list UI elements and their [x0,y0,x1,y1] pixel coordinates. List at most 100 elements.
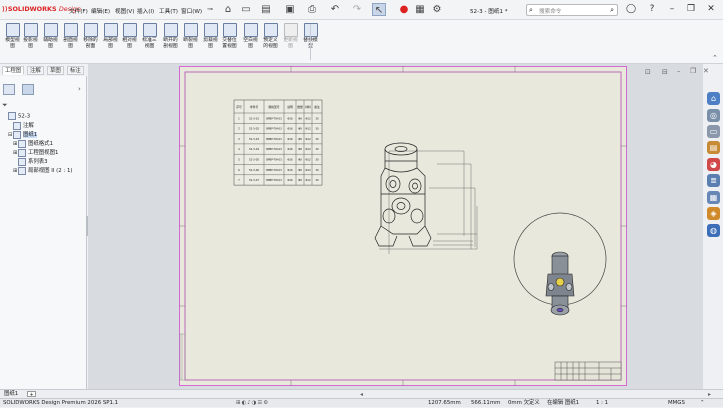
cmd-label: 剪裁视图 [203,38,218,49]
search-icon[interactable]: ⌕ [610,6,614,15]
menu-view[interactable]: 视图(V) [115,7,134,15]
title-block[interactable] [554,361,622,381]
cmd-button-9[interactable]: 断裂视图 [181,22,200,62]
tree-item[interactable]: ⊟ 图纸1 [8,130,38,139]
cmd-button-0[interactable]: 模型视图 [3,22,22,62]
bom-cell: Φ16 [287,158,293,162]
rebuild-icon[interactable]: ● [397,3,411,16]
tree-item[interactable]: ⊞ 局部视图 II (2 : 1) [13,166,72,175]
bom-cell: BPBP-TW-03 [266,158,282,162]
tree-item[interactable]: 52-3 [3,112,30,120]
search-commands-icon: ⌕ [529,6,533,14]
tab-2[interactable]: 草图 [47,66,64,75]
search-placeholder: 搜索命令 [539,9,562,15]
bom-cell: BPBP-TW-03 [266,137,282,141]
options-gear-icon[interactable]: ⚙ [430,3,444,16]
solidworks-forum-icon[interactable]: ◈ [707,207,720,220]
chevron-right-icon[interactable]: › [78,85,81,93]
open-icon[interactable]: ▤ [259,3,273,16]
cmd-button-1[interactable]: 投影视图 [21,22,40,62]
cmd-button-14[interactable]: 更新视图 [281,22,300,62]
web-resources-icon[interactable]: ◍ [707,224,720,237]
cmd-button-12[interactable]: 空白视图 [241,22,260,62]
select-icon[interactable]: ↖ [372,3,386,16]
bom-cell: 30 [315,158,319,162]
cmd-button-2[interactable]: 辅助视图 [41,22,60,62]
menu-window[interactable]: 窗口(W) [181,7,202,15]
feature-tree-tab-icon[interactable] [3,84,15,95]
cmd-button-3[interactable]: 剖面视图 [61,22,80,62]
3d-content-central-icon[interactable]: ◎ [707,109,720,122]
filter-icon[interactable]: ⏷ [2,101,8,110]
design-library-icon[interactable]: ▭ [707,125,720,138]
cmd-button-5[interactable]: 局部视图 [101,22,120,62]
cmd-button-8[interactable]: 断开的剖视图 [161,22,180,62]
custom-properties-icon[interactable]: ≣ [707,174,720,187]
doc-minimize-icon[interactable]: – [677,67,681,75]
bom-table[interactable]: 序号 零件号 规格型号 说明 数量 材料 备注1 52-3-01 BPBP-TW-03 Φ16 Φ8… [233,99,323,186]
tab-1[interactable]: 注解 [27,66,44,75]
help-icon[interactable]: ? [645,3,659,16]
new-document-icon[interactable]: ▭ [239,3,253,16]
file-properties-icon[interactable]: ▦ [413,3,427,16]
collapse-ribbon-icon[interactable]: ⌃ [712,54,718,62]
doc-restore-icon[interactable]: ❐ [690,67,696,75]
tab-3[interactable]: 标注 [67,66,84,75]
cmd-button-7[interactable]: 标准三视图 [140,22,159,62]
minimize-icon[interactable]: – [665,3,679,16]
menu-tools[interactable]: 工具(T) [159,7,178,15]
home-icon[interactable]: ⌂ [221,3,235,16]
doc-close-icon[interactable]: ✕ [703,67,709,75]
tab-0[interactable]: 工程图 [2,66,25,75]
tree-node-icon [8,112,16,120]
print-icon[interactable]: ⎙ [305,3,319,16]
close-icon[interactable]: ✕ [704,3,718,16]
view-palette-icon[interactable]: ▦ [707,191,720,204]
cmd-button-6[interactable]: 相对视图 [120,22,139,62]
cmd-button-11[interactable]: 交替位置视图 [220,22,239,62]
bom-cell: Φ12 [305,158,311,162]
viewport-split-icon[interactable]: ⊡ [645,68,651,76]
tree-item[interactable]: ⊞ 工程图视图1 [13,148,58,157]
restore-icon[interactable]: ❐ [684,3,698,16]
bom-cell: Φ12 [305,178,311,182]
tree-item[interactable]: 注解 [8,121,34,130]
cmd-label: 移除的剖面 [83,38,98,49]
appearances-icon[interactable]: ◕ [707,158,720,171]
bom-header-cell: 数量 [297,105,303,109]
bom-header-cell: 零件号 [250,105,259,109]
bom-cell: 52-3-04 [249,147,259,151]
bom-cell: 30 [315,137,319,141]
add-sheet-icon[interactable]: + [27,391,36,398]
bom-cell: Φ8 [298,147,302,151]
cmd-icon [5,23,20,37]
bom-cell: 52-3-03 [249,137,259,141]
pin-icon[interactable]: ⊸ [203,3,217,16]
bom-cell: BPBP-TW-03 [266,168,282,172]
save-icon[interactable]: ▣ [283,3,297,16]
cmd-button-10[interactable]: 剪裁视图 [201,22,220,62]
tree-item[interactable]: 系列表3 [13,157,48,166]
menu-insert[interactable]: 插入(I) [137,7,154,15]
undo-icon[interactable]: ↶ [328,3,342,16]
tree-item-label: 局部视图 II (2 : 1) [28,168,73,174]
viewport-tile-icon[interactable]: ⊟ [662,68,668,76]
menu-edit[interactable]: 编辑(E) [91,7,110,15]
menu-file[interactable]: 文件(F) [69,7,88,15]
cmd-icon [122,23,137,37]
cmd-button-13[interactable]: 预定义的视图 [261,22,280,62]
bom-cell: Φ8 [298,116,302,120]
tree-item[interactable]: ⊞ 图纸格式1 [13,139,53,148]
search-input[interactable]: ⌕ 搜索命令 ⌕ [526,4,618,16]
cmd-icon [103,23,118,37]
redo-icon[interactable]: ↷ [350,3,364,16]
feature-manager-panel: › ⏷ 52-3 注解 ⊟ 图纸1 ⊞ 图纸格式1 ⊞ 工程图视图1 系列表3 ⊞ 局部视图 II … [0,76,88,389]
bom-cell: BPBP-TW-03 [266,147,282,151]
file-explorer-icon[interactable]: ▤ [707,141,720,154]
drawing-sheet[interactable]: 序号 零件号 规格型号 说明 数量 材料 备注1 52-3-01 BPBP-TW-03 Φ16 Φ8… [179,66,627,386]
user-icon[interactable]: ◯ [624,3,638,16]
cmd-button-4[interactable]: 移除的剖面 [81,22,100,62]
resources-home-icon[interactable]: ⌂ [707,92,720,105]
tree-node-icon [18,148,26,157]
property-manager-tab-icon[interactable] [22,84,34,95]
